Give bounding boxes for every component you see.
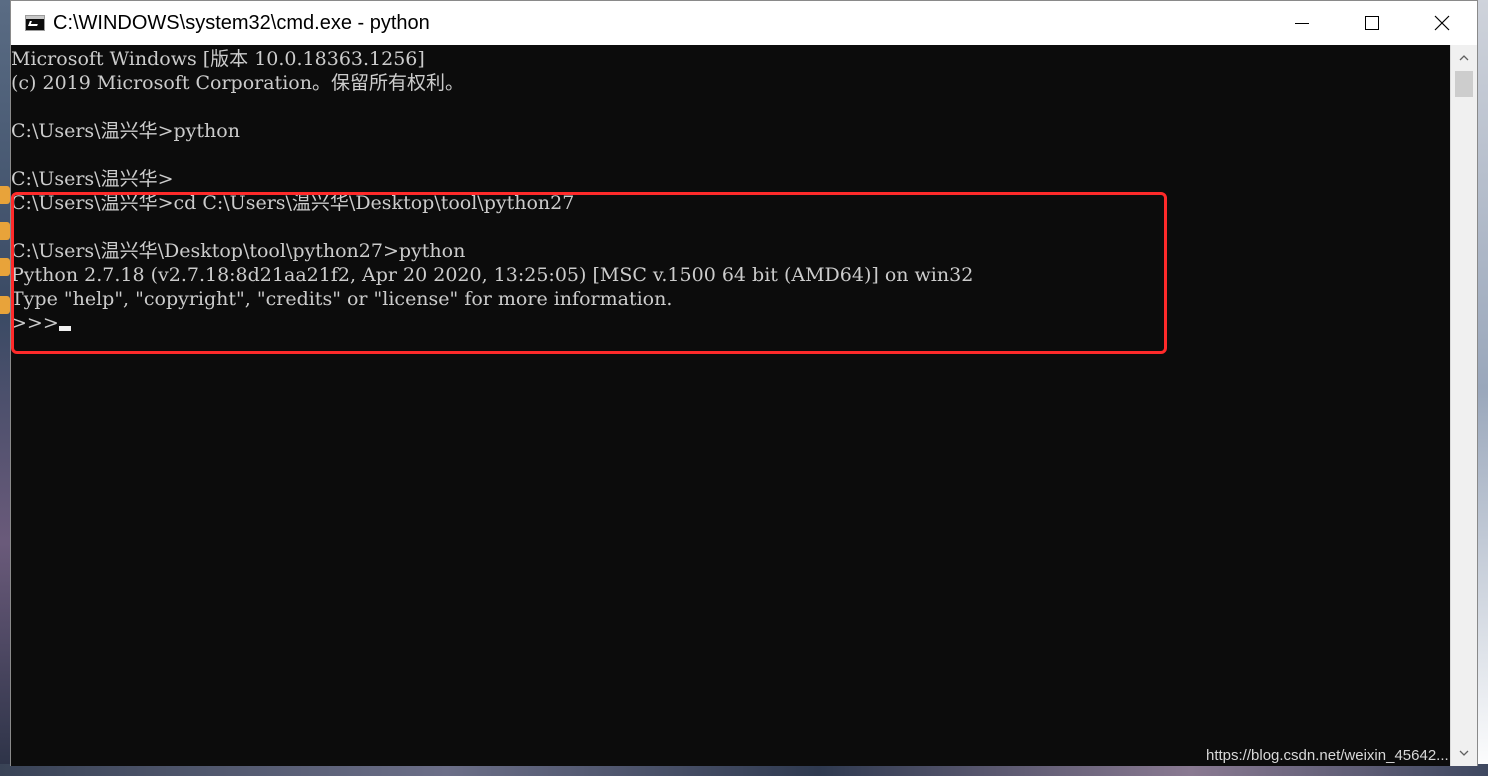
close-button[interactable] <box>1407 1 1477 45</box>
desktop-icon-fragment[interactable] <box>0 296 10 314</box>
title-bar[interactable]: C:\WINDOWS\system32\cmd.exe - python <box>11 1 1477 45</box>
cmd-icon[interactable] <box>25 15 45 31</box>
minimize-icon <box>1295 23 1309 24</box>
close-icon <box>1434 15 1450 31</box>
caption-buttons <box>1267 1 1477 45</box>
console-line: C:\Users\温兴华>python <box>11 120 240 142</box>
desktop-icon-fragment[interactable] <box>0 258 10 276</box>
scroll-up-button[interactable] <box>1451 47 1477 69</box>
desktop-background-right <box>1478 0 1488 776</box>
maximize-icon <box>1365 16 1379 30</box>
cmd-window[interactable]: C:\WINDOWS\system32\cmd.exe - python Mic… <box>10 0 1478 766</box>
desktop-icon-fragment[interactable] <box>0 186 10 204</box>
scroll-up-arrow-icon <box>1459 55 1469 61</box>
desktop-icon-fragment[interactable] <box>0 222 10 240</box>
watermark-url: https://blog.csdn.net/weixin_45642... <box>1206 747 1449 764</box>
scroll-down-button[interactable] <box>1451 742 1477 764</box>
vertical-scrollbar[interactable] <box>1450 45 1477 766</box>
console-output[interactable]: Microsoft Windows [版本 10.0.18363.1256] (… <box>11 45 1451 766</box>
console-line: (c) 2019 Microsoft Corporation。保留所有权利。 <box>11 72 464 94</box>
window-title: C:\WINDOWS\system32\cmd.exe - python <box>53 11 430 34</box>
highlight-annotation-box <box>11 192 1167 354</box>
console-line: C:\Users\温兴华> <box>11 168 174 190</box>
console-line: Microsoft Windows [版本 10.0.18363.1256] <box>11 48 425 70</box>
scroll-down-arrow-icon <box>1459 750 1469 756</box>
maximize-button[interactable] <box>1337 1 1407 45</box>
minimize-button[interactable] <box>1267 1 1337 45</box>
scroll-thumb[interactable] <box>1455 71 1473 97</box>
